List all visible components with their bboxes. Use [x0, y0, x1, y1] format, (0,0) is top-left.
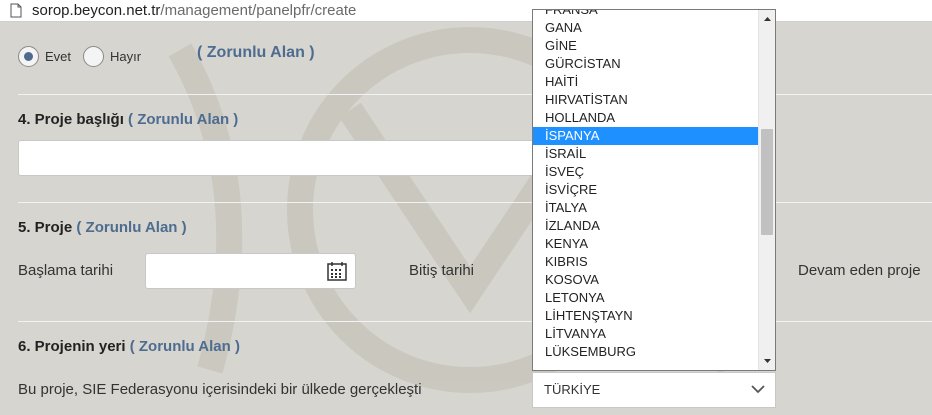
country-option[interactable]: İTALYA	[533, 199, 759, 217]
location-question: Bu proje, SIE Federasyonu içerisindeki b…	[18, 381, 422, 398]
scroll-down-icon[interactable]	[763, 356, 772, 365]
chevron-down-icon	[751, 385, 765, 394]
required-tag: ( Zorunlu Alan )	[129, 338, 240, 355]
yes-no-radio-group: Evet Hayır	[18, 44, 153, 68]
country-option[interactable]: GİNE	[533, 37, 759, 55]
country-option[interactable]: HOLLANDA	[533, 109, 759, 127]
scroll-up-icon[interactable]	[763, 15, 772, 24]
country-select-value: TÜRKİYE	[544, 382, 601, 397]
ongoing-project-label: Devam eden proje	[798, 262, 921, 279]
country-option[interactable]: LÜKSEMBURG	[533, 343, 759, 361]
section-6-title-text: 6. Projenin yeri	[18, 338, 126, 355]
start-date-label: Başlama tarihi	[18, 262, 114, 279]
country-option[interactable]: İSRAİL	[533, 145, 759, 163]
country-option[interactable]: İZLANDA	[533, 217, 759, 235]
url-host: sorop.beycon.net.tr	[32, 2, 161, 19]
required-tag: ( Zorunlu Alan )	[76, 219, 187, 236]
project-title-input[interactable]	[18, 140, 578, 176]
end-date-label: Bitiş tarihi	[409, 262, 475, 279]
country-option[interactable]: İSPANYA	[533, 127, 759, 145]
country-option[interactable]: KOSOVA	[533, 271, 759, 289]
section-4-title-text: 4. Proje başlığı	[18, 111, 124, 128]
country-option[interactable]: LİTVANYA	[533, 325, 759, 343]
country-select[interactable]: TÜRKİYE	[532, 372, 776, 408]
radio-checked-dot	[24, 51, 33, 61]
radio-yes-label: Evet	[45, 48, 72, 64]
url-path: /management/panelpfr/create	[160, 2, 357, 19]
radio-no-label: Hayır	[110, 48, 142, 64]
required-tag: ( Zorunlu Alan )	[197, 44, 315, 61]
country-option[interactable]: FRANSA	[533, 10, 759, 19]
divider	[18, 321, 932, 322]
country-option[interactable]: KIBRIS	[533, 253, 759, 271]
section-5-title: 5. Proje ( Zorunlu Alan )	[18, 219, 187, 236]
start-date-input[interactable]	[145, 253, 356, 289]
country-option[interactable]: KENYA	[533, 235, 759, 253]
country-option[interactable]: LETONYA	[533, 289, 759, 307]
address-bar[interactable]: sorop.beycon.net.tr/management/panelpfr/…	[0, 0, 932, 22]
country-dropdown-list[interactable]: FRANSA GANA GİNE GÜRCİSTAN HAİTİ HIRVATİSTAN H…	[532, 9, 776, 371]
country-option[interactable]: HAİTİ	[533, 73, 759, 91]
section-4-title: 4. Proje başlığı ( Zorunlu Alan )	[18, 111, 238, 128]
divider	[18, 202, 932, 203]
required-tag: ( Zorunlu Alan )	[128, 111, 239, 128]
calendar-icon[interactable]	[327, 261, 347, 281]
country-option[interactable]: GANA	[533, 19, 759, 37]
section-6-title: 6. Projenin yeri ( Zorunlu Alan )	[18, 338, 240, 355]
page-icon	[10, 3, 22, 18]
country-option[interactable]: HIRVATİSTAN	[533, 91, 759, 109]
section-5-title-text: 5. Proje	[18, 219, 73, 236]
country-option[interactable]: GÜRCİSTAN	[533, 55, 759, 73]
country-option[interactable]: İSVEÇ	[533, 163, 759, 181]
country-options: FRANSA GANA GİNE GÜRCİSTAN HAİTİ HIRVATİSTAN H…	[533, 10, 759, 361]
divider	[18, 94, 932, 95]
radio-no[interactable]	[83, 45, 105, 67]
country-option[interactable]: İSVİÇRE	[533, 181, 759, 199]
dropdown-scrollbar[interactable]	[758, 10, 775, 370]
scrollbar-thumb[interactable]	[761, 129, 773, 235]
country-option[interactable]: LİHTENŞTAYN	[533, 307, 759, 325]
radio-yes[interactable]	[18, 45, 39, 67]
